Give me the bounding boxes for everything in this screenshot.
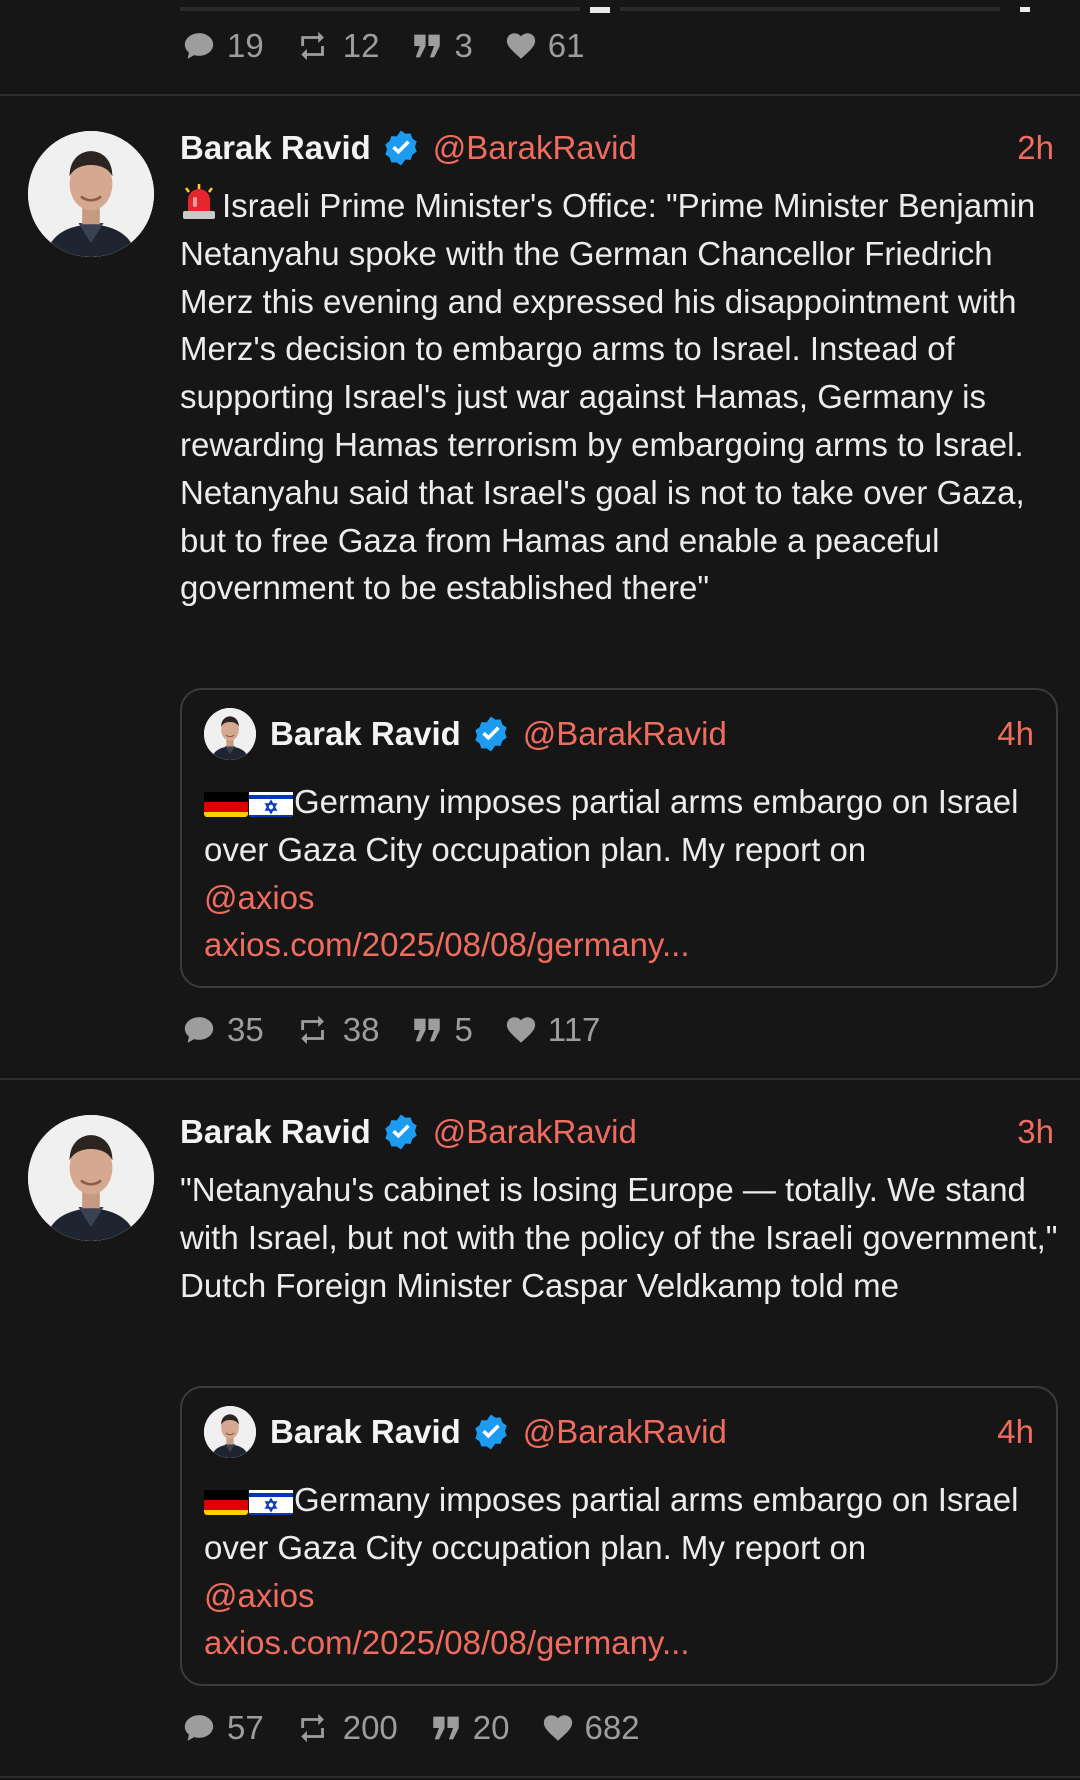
quoted-author-handle: @BarakRavid (522, 1413, 727, 1450)
author-handle[interactable]: @BarakRavid (433, 129, 637, 167)
post-header: Barak Ravid @BarakRavid 2h (180, 126, 1054, 170)
verified-icon (471, 1412, 511, 1452)
like-button[interactable]: 682 (540, 1709, 640, 1747)
reply-count: 35 (227, 1011, 264, 1048)
reply-count: 19 (227, 27, 264, 64)
post-time[interactable]: 2h (1017, 129, 1054, 167)
verified-icon (381, 1112, 421, 1152)
article-link[interactable]: axios.com/2025/08/08/germany... (204, 1619, 1038, 1667)
israel-flag-icon (249, 787, 293, 817)
quoted-post-header: Barak Ravid @BarakRavid 4h (204, 708, 1034, 760)
previous-post-media-edge[interactable] (180, 0, 1030, 13)
quoted-post[interactable]: Barak Ravid @BarakRavid 4h Germany impos… (180, 1386, 1058, 1686)
heart-icon (503, 1013, 539, 1047)
reply-count: 57 (227, 1709, 264, 1746)
post-time[interactable]: 3h (1017, 1113, 1054, 1151)
reply-icon (180, 1013, 218, 1047)
quoted-avatar (204, 1406, 256, 1458)
repost-icon (294, 1711, 334, 1745)
quoted-author-name: Barak Ravid (270, 1413, 461, 1450)
repost-icon (294, 1013, 334, 1047)
post-text: Israeli Prime Minister's Office: "Prime … (180, 182, 1060, 612)
rotating-light-icon (180, 183, 218, 221)
heart-icon (503, 29, 539, 63)
reply-button[interactable]: 19 (180, 27, 264, 65)
quoted-author-name: Barak Ravid (270, 715, 461, 752)
quote-button[interactable]: 5 (409, 1011, 473, 1049)
author-handle[interactable]: @BarakRavid (433, 1113, 637, 1151)
quoted-post-text: Germany imposes partial arms embargo on … (204, 778, 1038, 969)
quoted-post-time: 4h (997, 1413, 1034, 1450)
avatar[interactable] (28, 131, 154, 257)
reply-button[interactable]: 35 (180, 1011, 264, 1049)
author-name[interactable]: Barak Ravid (180, 129, 371, 167)
author-name[interactable]: Barak Ravid (180, 1113, 371, 1151)
quote-icon (409, 29, 445, 63)
like-button[interactable]: 117 (503, 1011, 601, 1049)
quoted-text-content: Germany imposes partial arms embargo on … (204, 1481, 1019, 1566)
repost-button[interactable]: 12 (294, 27, 380, 65)
post-text: "Netanyahu's cabinet is losing Europe — … (180, 1171, 1067, 1304)
quote-count: 5 (454, 1011, 473, 1048)
israel-flag-icon (249, 1485, 293, 1515)
repost-count: 12 (342, 27, 380, 64)
post-actions: 35 38 5 117 (180, 1006, 630, 1054)
repost-count: 200 (342, 1709, 398, 1746)
quoted-post-time: 4h (997, 715, 1034, 752)
repost-button[interactable]: 200 (294, 1709, 398, 1747)
heart-icon (540, 1711, 576, 1745)
repost-button[interactable]: 38 (294, 1011, 380, 1049)
quoted-text-content: Germany imposes partial arms embargo on … (204, 783, 1019, 868)
quote-count: 20 (472, 1709, 510, 1746)
quoted-post-text: Germany imposes partial arms embargo on … (204, 1476, 1038, 1667)
post-actions: 57 200 20 682 (180, 1704, 670, 1752)
like-count: 61 (547, 27, 585, 64)
repost-icon (294, 29, 334, 63)
like-button[interactable]: 61 (503, 27, 585, 65)
article-link[interactable]: axios.com/2025/08/08/germany... (204, 921, 1038, 969)
like-count: 117 (547, 1011, 601, 1048)
quote-icon (409, 1013, 445, 1047)
quote-icon (428, 1711, 464, 1745)
quote-button[interactable]: 20 (428, 1709, 510, 1747)
repost-count: 38 (342, 1011, 380, 1048)
quoted-avatar (204, 708, 256, 760)
reply-icon (180, 1711, 218, 1745)
mention-link[interactable]: @axios (204, 1572, 1038, 1620)
verified-icon (381, 128, 421, 168)
divider (0, 1776, 1080, 1778)
divider (0, 94, 1080, 96)
quoted-post-header: Barak Ravid @BarakRavid 4h (204, 1406, 1034, 1458)
mention-link[interactable]: @axios (204, 874, 1038, 922)
quoted-author-handle: @BarakRavid (522, 715, 727, 752)
post-text-content: Israeli Prime Minister's Office: "Prime … (180, 187, 1045, 607)
like-count: 682 (584, 1709, 640, 1746)
reply-button[interactable]: 57 (180, 1709, 264, 1747)
post-header: Barak Ravid @BarakRavid 3h (180, 1110, 1054, 1154)
quoted-post[interactable]: Barak Ravid @BarakRavid 4h Germany impos… (180, 688, 1058, 988)
reply-icon (180, 29, 218, 63)
avatar[interactable] (28, 1115, 154, 1241)
quote-button[interactable]: 3 (409, 27, 473, 65)
previous-post-actions: 19 12 3 61 (180, 22, 615, 70)
divider (0, 1078, 1080, 1080)
verified-icon (471, 714, 511, 754)
germany-flag-icon (204, 787, 248, 817)
germany-flag-icon (204, 1485, 248, 1515)
quote-count: 3 (454, 27, 473, 64)
